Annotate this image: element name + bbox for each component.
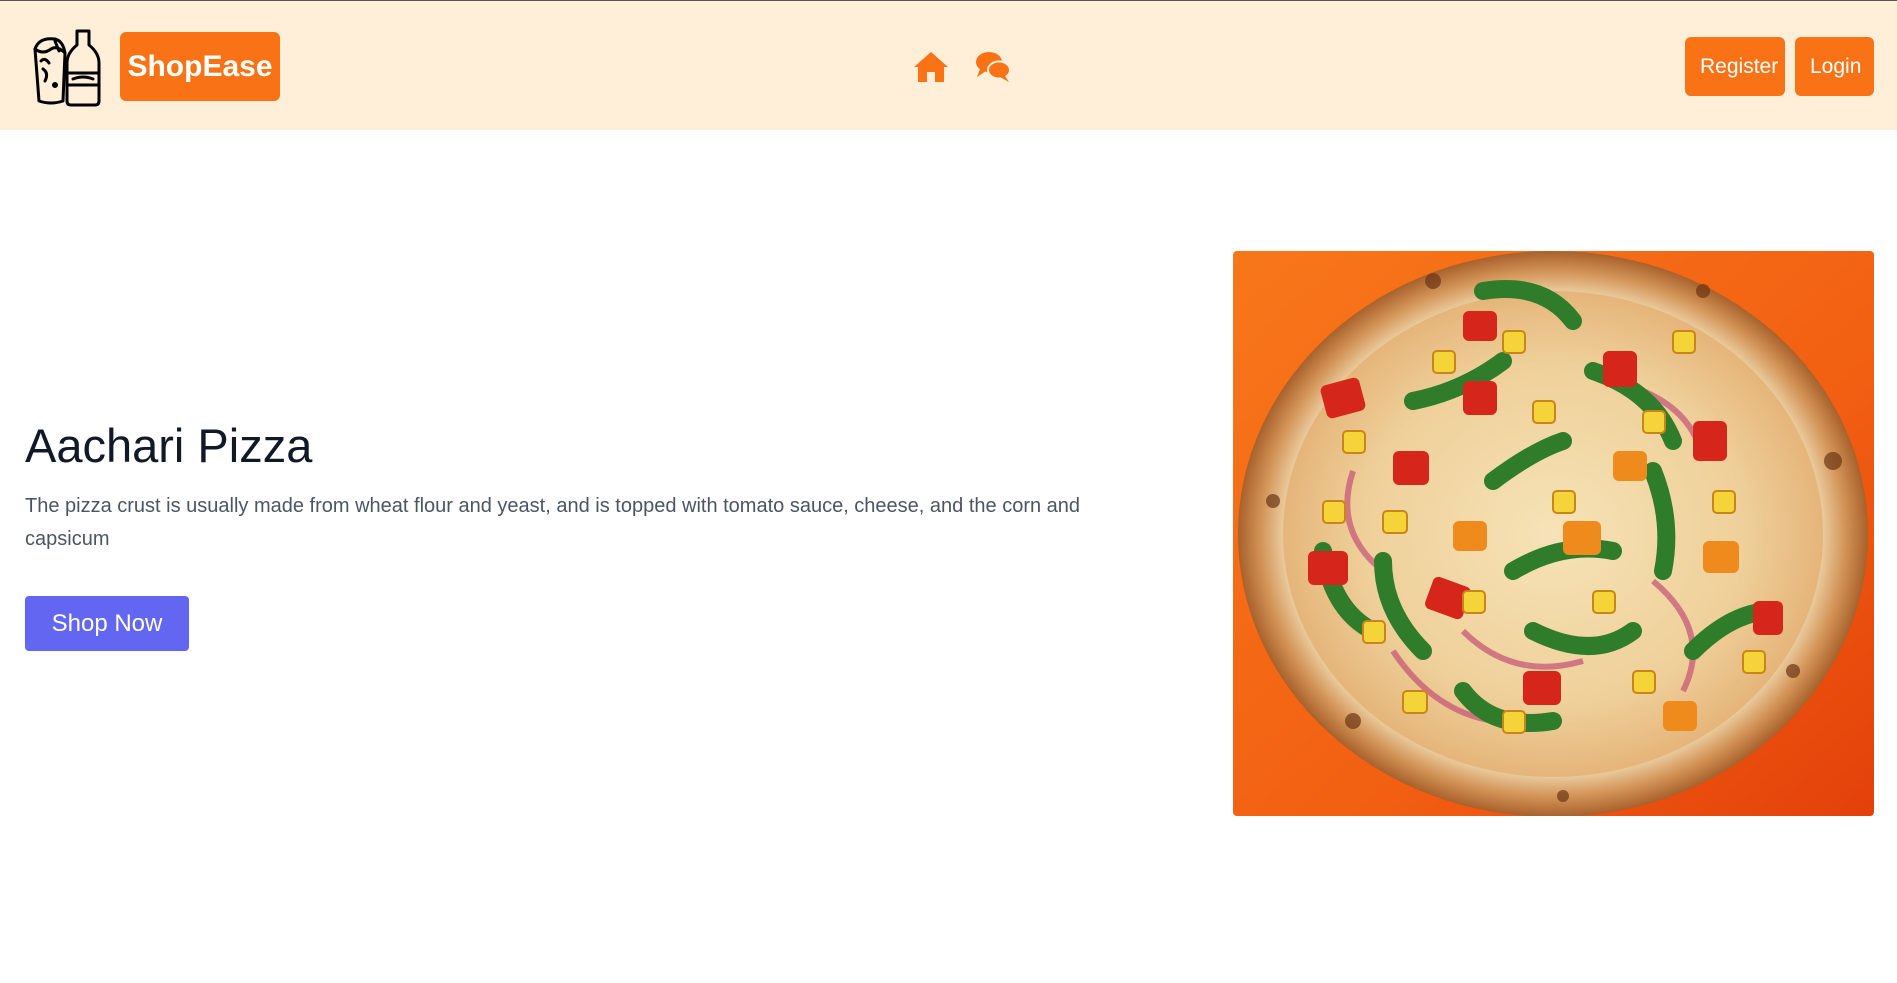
- home-icon[interactable]: [912, 49, 950, 85]
- brand-logo[interactable]: ShopEase: [120, 32, 280, 101]
- chat-icon[interactable]: [974, 49, 1012, 85]
- hero-content: Aachari Pizza The pizza crust is usually…: [25, 418, 1125, 651]
- login-button[interactable]: Login: [1795, 37, 1874, 96]
- top-navbar: ShopEase Register Login: [0, 0, 1897, 130]
- page: ShopEase Register Login Aachari Pizza Th…: [0, 0, 1897, 983]
- hero-description: The pizza crust is usually made from whe…: [25, 495, 1081, 550]
- shop-now-button[interactable]: Shop Now: [25, 596, 189, 651]
- hero-title: Aachari Pizza: [25, 419, 313, 472]
- auth-buttons: Register Login: [1685, 37, 1874, 96]
- nav-icons: [912, 49, 1012, 85]
- pizza-image: [1233, 251, 1874, 816]
- register-button[interactable]: Register: [1685, 37, 1785, 96]
- wrap-and-bottle-icon[interactable]: [29, 27, 103, 107]
